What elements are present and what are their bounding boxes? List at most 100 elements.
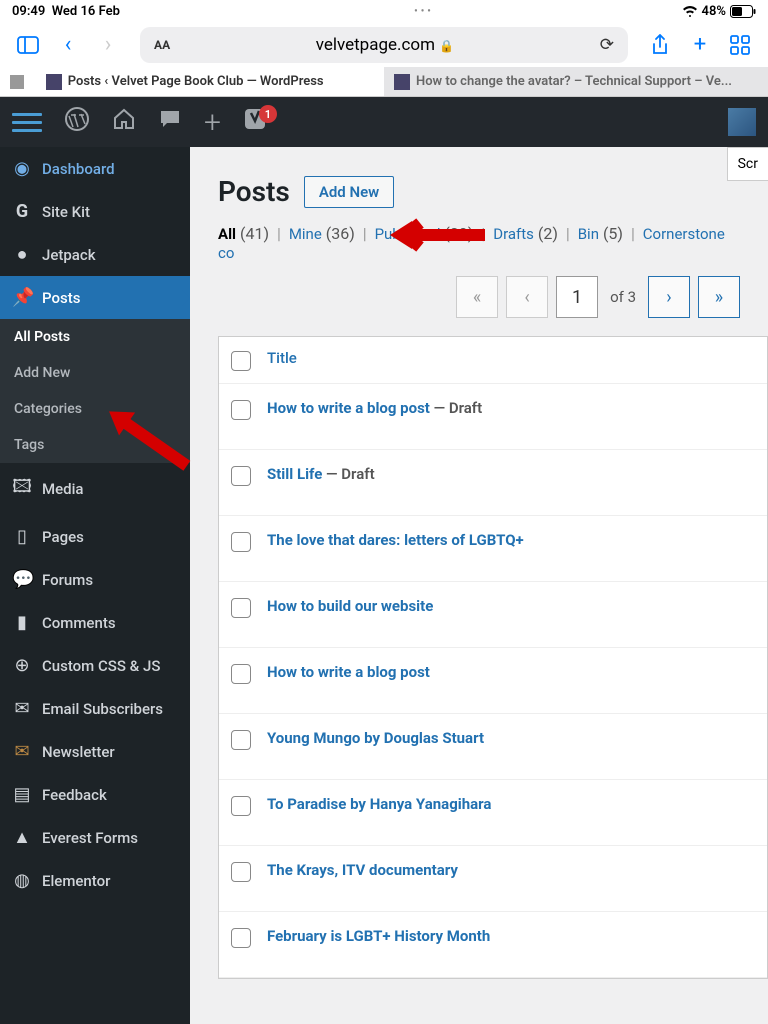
row-checkbox[interactable] [231,730,251,750]
wordpress-icon[interactable] [64,106,90,138]
new-tab-icon[interactable]: + [686,31,714,59]
post-link[interactable]: How to write a blog post [267,399,430,417]
close-tab-icon[interactable] [10,75,24,89]
wp-admin-bar: + 1 [0,97,768,147]
table-row: How to write a blog post — Draft [219,384,767,450]
submenu-categories[interactable]: Categories [0,391,190,427]
row-checkbox[interactable] [231,664,251,684]
screen-options-tab[interactable]: Scr [727,147,768,181]
table-row: The Krays, ITV documentary [219,846,767,912]
row-checkbox[interactable] [231,928,251,948]
forward-button: › [94,31,122,59]
sidebar-item-elementor[interactable]: ◍Elementor [0,859,190,902]
page-icon: ▯ [12,526,32,547]
table-row: To Paradise by Hanya Yanagihara [219,780,767,846]
select-all-checkbox[interactable] [231,351,251,371]
sidebar-item-dashboard[interactable]: ◉Dashboard [0,147,190,190]
col-title[interactable]: Title [267,349,297,367]
table-header: Title [219,337,767,384]
pin-icon: 📌 [12,287,32,308]
share-icon[interactable] [646,31,674,59]
sidebar-item-newsletter[interactable]: ✉Newsletter [0,730,190,773]
ios-status-bar: 09:49 Wed 16 Feb ••• 48% [0,0,768,22]
page-title: Posts [218,175,290,208]
post-link[interactable]: February is LGBT+ History Month [267,927,490,945]
post-link[interactable]: The Krays, ITV documentary [267,861,458,879]
filter-mine[interactable]: Mine [289,225,322,243]
sidebar-toggle-icon[interactable] [14,31,42,59]
handoff-dots: ••• [212,6,636,17]
filter-all[interactable]: All [218,225,236,243]
label: Elementor [42,872,110,890]
form-icon: ▤ [12,784,32,805]
label: Site Kit [42,203,90,221]
yoast-icon[interactable]: 1 [243,107,267,137]
comment-icon[interactable] [158,107,182,137]
sidebar-item-posts[interactable]: 📌Posts [0,276,190,319]
page-prev[interactable]: ‹ [506,276,548,318]
user-avatar[interactable] [728,108,756,136]
home-icon[interactable] [112,107,136,137]
status-date: Wed 16 Feb [52,4,120,19]
wifi-icon [682,5,698,17]
tabs-grid-icon[interactable] [726,31,754,59]
sidebar-item-feedback[interactable]: ▤Feedback [0,773,190,816]
admin-sidebar: ◉Dashboard GSite Kit ●Jetpack 📌Posts All… [0,97,190,1024]
add-new-button[interactable]: Add New [304,176,394,208]
page-next[interactable]: › [648,276,690,318]
row-checkbox[interactable] [231,796,251,816]
filter-bin[interactable]: Bin [578,225,599,243]
row-checkbox[interactable] [231,598,251,618]
browser-tabs: Posts ‹ Velvet Page Book Club — WordPres… [0,67,768,97]
annotation-arrow-addnew [390,215,490,255]
sidebar-item-jetpack[interactable]: ●Jetpack [0,233,190,276]
reload-icon[interactable]: ⟳ [600,35,614,55]
sidebar-item-css[interactable]: ⊕Custom CSS & JS [0,644,190,687]
page-url: velvetpage.com 🔒 [178,35,592,55]
table-row: Young Mungo by Douglas Stuart [219,714,767,780]
notification-badge: 1 [259,105,277,123]
sidebar-item-everest[interactable]: ▲ Everest Forms [0,816,190,859]
favicon-icon [394,74,410,90]
post-link[interactable]: To Paradise by Hanya Yanagihara [267,795,491,813]
submenu-add-new[interactable]: Add New [0,355,190,391]
post-link[interactable]: How to build our website [267,597,433,615]
tab-inactive[interactable]: How to change the avatar? – Technical Su… [384,67,768,96]
submenu-all-posts[interactable]: All Posts [0,319,190,355]
row-checkbox[interactable] [231,400,251,420]
post-link[interactable]: Young Mungo by Douglas Stuart [267,729,484,747]
envelope-icon: ✉ [12,741,32,762]
table-row: How to build our website [219,582,767,648]
battery-icon [730,5,756,18]
back-button[interactable]: ‹ [54,31,82,59]
sidebar-item-comments[interactable]: ▮ Comments [0,601,190,644]
page-first[interactable]: « [456,276,498,318]
post-status: — Draft [430,399,482,417]
label: Media [42,480,84,498]
chat-icon: 💬 [12,569,32,590]
row-checkbox[interactable] [231,466,251,486]
post-link[interactable]: How to write a blog post [267,663,430,681]
page-current[interactable]: 1 [556,276,598,318]
sidebar-item-pages[interactable]: ▯Pages [0,515,190,558]
reader-aa-icon[interactable]: AA [154,38,170,52]
comment-icon: ▮ [12,612,32,633]
plus-circle-icon: ⊕ [12,655,32,676]
menu-toggle-icon[interactable] [12,107,42,137]
post-link[interactable]: Still Life [267,465,322,483]
plus-icon[interactable]: + [204,105,221,140]
label: Comments [42,614,116,632]
tab-active[interactable]: Posts ‹ Velvet Page Book Club — WordPres… [0,67,384,96]
post-link[interactable]: The love that dares: letters of LGBTQ+ [267,531,524,549]
page-last[interactable]: » [698,276,740,318]
sidebar-item-forums[interactable]: 💬Forums [0,558,190,601]
address-bar[interactable]: AA velvetpage.com 🔒 ⟳ [140,27,628,63]
mail-icon: ✉ [12,698,32,719]
row-checkbox[interactable] [231,532,251,552]
row-checkbox[interactable] [231,862,251,882]
label: Everest Forms [42,829,138,847]
filter-drafts[interactable]: Drafts [493,225,534,243]
mountain-icon: ▲ [12,827,32,848]
sidebar-item-email[interactable]: ✉Email Subscribers [0,687,190,730]
sidebar-item-sitekit[interactable]: GSite Kit [0,190,190,233]
